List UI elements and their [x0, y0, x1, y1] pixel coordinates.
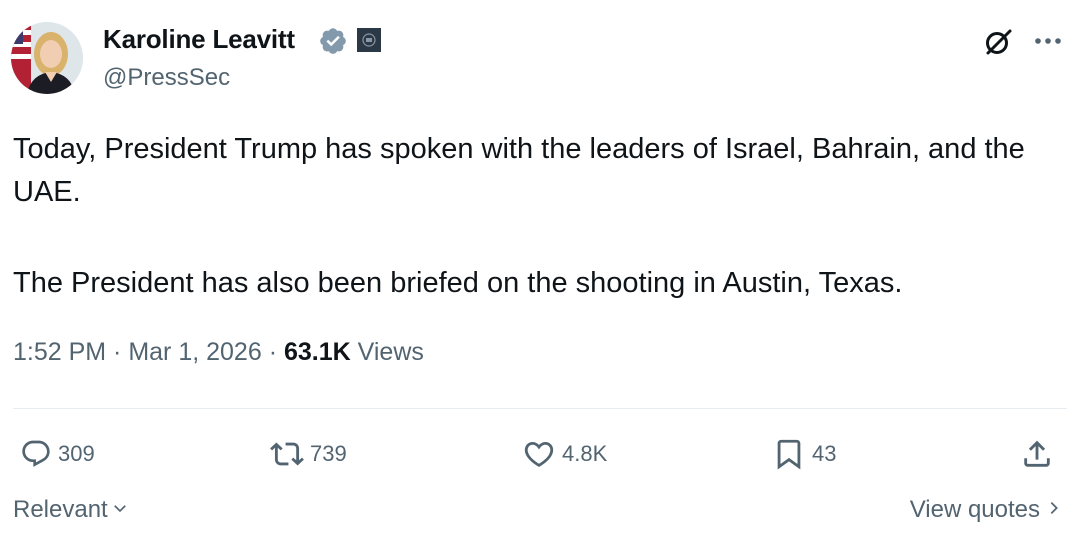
sort-relevant-dropdown[interactable]: Relevant	[13, 496, 129, 524]
heart-icon	[522, 437, 556, 471]
share-button[interactable]	[1020, 434, 1054, 474]
avatar[interactable]	[11, 22, 83, 94]
reply-button[interactable]: 309	[20, 434, 95, 474]
verified-badge-icon	[318, 26, 348, 56]
tweet-paragraph-1: Today, President Trump has spoken with t…	[13, 133, 1025, 208]
chevron-down-icon	[111, 496, 129, 524]
bookmark-count: 43	[812, 441, 837, 466]
chevron-right-icon	[1046, 496, 1062, 524]
author-handle[interactable]: @PressSec	[103, 64, 230, 92]
grok-icon[interactable]	[982, 26, 1014, 58]
tweet-metadata: 1:52 PM · Mar 1, 2026 · 63.1K Views	[13, 338, 424, 367]
meta-separator: ·	[261, 338, 284, 366]
tweet-time[interactable]: 1:52 PM	[13, 338, 106, 366]
author-name[interactable]: Karoline Leavitt	[103, 24, 295, 55]
tweet-date[interactable]: Mar 1, 2026	[128, 338, 261, 366]
retweet-button[interactable]: 739	[270, 434, 347, 474]
views-label: Views	[357, 338, 424, 366]
retweet-icon	[270, 437, 304, 471]
meta-separator: ·	[106, 338, 129, 366]
share-icon	[1020, 437, 1054, 471]
like-button[interactable]: 4.8K	[522, 434, 607, 474]
view-quotes-label: View quotes	[909, 496, 1040, 523]
reply-count: 309	[58, 441, 95, 466]
tweet-paragraph-2: The President has also been briefed on t…	[13, 267, 903, 299]
more-options-icon[interactable]	[1030, 26, 1066, 56]
divider	[13, 408, 1067, 409]
like-count: 4.8K	[562, 441, 608, 466]
bookmark-icon	[772, 437, 806, 471]
government-affiliation-icon[interactable]	[357, 28, 381, 52]
views-count: 63.1K	[283, 338, 351, 366]
retweet-count: 739	[310, 441, 347, 466]
relevant-label: Relevant	[13, 496, 108, 523]
reply-icon	[20, 438, 52, 470]
bookmark-button[interactable]: 43	[772, 434, 836, 474]
view-quotes-link[interactable]: View quotes	[910, 496, 1062, 524]
